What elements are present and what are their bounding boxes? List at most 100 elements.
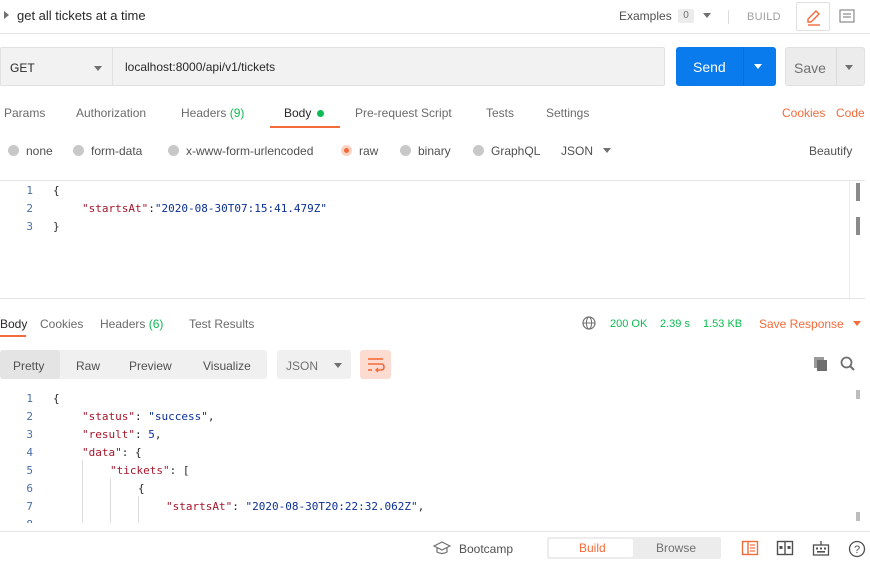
build-browse-toggle: Build Browse xyxy=(547,537,721,559)
resp-tab-body[interactable]: Body xyxy=(0,317,27,331)
layout-icon[interactable] xyxy=(776,540,794,559)
line-number: 2 xyxy=(26,410,33,423)
view-tab-visualize[interactable]: Visualize xyxy=(203,359,251,373)
line-number: 2 xyxy=(26,202,33,215)
search-icon[interactable] xyxy=(839,355,857,376)
radio-raw-label: raw xyxy=(359,144,379,158)
tab-params[interactable]: Params xyxy=(4,106,45,120)
tab-tests[interactable]: Tests xyxy=(486,106,514,120)
status-code: 200 OK xyxy=(610,318,648,330)
examples-dropdown-label[interactable]: Examples xyxy=(619,9,672,23)
tab-authorization[interactable]: Authorization xyxy=(76,106,146,120)
tab-headers[interactable]: Headers (9) xyxy=(181,106,244,120)
radio-graphql[interactable] xyxy=(473,145,484,156)
scrollbar-up[interactable] xyxy=(856,390,860,399)
code-brace: { xyxy=(53,392,60,405)
divider xyxy=(728,10,729,24)
scrollbar-down[interactable] xyxy=(856,512,860,521)
json-colon: : xyxy=(148,202,155,215)
send-button[interactable]: Send xyxy=(676,47,776,86)
raw-format-select[interactable]: JSON xyxy=(561,144,593,158)
wrap-lines-button[interactable] xyxy=(360,350,391,379)
code-line: "result": 5, xyxy=(82,428,162,441)
radio-raw[interactable] xyxy=(341,145,352,156)
edit-button[interactable] xyxy=(796,2,830,31)
resp-tab-cookies[interactable]: Cookies xyxy=(40,317,83,331)
bootcamp-icon[interactable] xyxy=(432,541,452,558)
json-key: "startsAt" xyxy=(82,202,149,215)
chevron-down-icon[interactable] xyxy=(853,321,861,326)
request-title[interactable]: get all tickets at a time xyxy=(17,8,146,23)
radio-urlencoded-label: x-www-form-urlencoded xyxy=(186,144,314,158)
build-tab[interactable]: Build xyxy=(549,539,633,557)
code-brace: } xyxy=(53,220,60,233)
indent-guide xyxy=(110,478,111,523)
bootcamp-link[interactable]: Bootcamp xyxy=(459,542,513,556)
two-pane-view-icon[interactable] xyxy=(741,540,759,559)
tab-prerequest-script[interactable]: Pre-request Script xyxy=(355,106,452,120)
json-key: "startsAt" xyxy=(166,500,233,513)
line-number: 5 xyxy=(26,464,33,477)
code-link[interactable]: Code xyxy=(836,106,865,120)
code-line: "startsAt": "2020-08-30T20:22:32.062Z", xyxy=(166,500,425,513)
copy-icon[interactable] xyxy=(812,355,830,376)
send-label: Send xyxy=(693,59,726,75)
wrap-lines-icon xyxy=(368,358,385,373)
browse-tab[interactable]: Browse xyxy=(656,541,696,555)
keyboard-shortcuts-icon[interactable] xyxy=(812,540,830,559)
line-number: 8 xyxy=(13,518,33,523)
radio-form-data[interactable] xyxy=(73,145,84,156)
body-active-dot xyxy=(317,110,324,117)
help-icon[interactable]: ? xyxy=(848,540,866,561)
line-number: 7 xyxy=(26,500,33,513)
headers-count: (9) xyxy=(229,106,245,120)
save-response-button[interactable]: Save Response xyxy=(759,317,844,331)
json-string: "2020-08-30T20:22:32.062Z" xyxy=(245,500,418,513)
line-number: 1 xyxy=(26,392,33,405)
radio-binary[interactable] xyxy=(400,145,411,156)
tab-body[interactable]: Body xyxy=(284,106,311,120)
active-tab-indicator xyxy=(0,335,26,337)
divider xyxy=(743,47,744,86)
radio-graphql-label: GraphQL xyxy=(491,144,541,158)
globe-icon[interactable] xyxy=(582,316,596,333)
response-view-tabs: Pretty Raw Preview Visualize xyxy=(0,350,267,379)
radio-none-label: none xyxy=(26,144,53,158)
beautify-link[interactable]: Beautify xyxy=(809,144,852,158)
chevron-down-icon[interactable] xyxy=(845,65,853,70)
method-select[interactable]: GET xyxy=(0,47,112,86)
url-input[interactable]: localhost:8000/api/v1/tickets xyxy=(112,47,665,86)
radio-urlencoded[interactable] xyxy=(168,145,179,156)
save-button[interactable]: Save xyxy=(785,47,865,86)
chevron-down-icon xyxy=(334,363,342,368)
expand-caret-icon[interactable] xyxy=(4,11,9,19)
response-format-select[interactable]: JSON xyxy=(277,350,351,379)
request-body-editor[interactable] xyxy=(0,180,865,299)
chevron-down-icon[interactable] xyxy=(703,13,711,18)
chevron-down-icon[interactable] xyxy=(754,64,762,69)
json-key: "data" xyxy=(82,446,122,459)
line-number: 3 xyxy=(26,220,33,233)
resp-headers-count: (6) xyxy=(148,317,164,331)
response-format-value: JSON xyxy=(286,359,319,373)
documentation-button[interactable] xyxy=(832,2,862,31)
view-tab-pretty[interactable]: Pretty xyxy=(13,359,44,373)
code-brace: { xyxy=(138,482,145,495)
scrollbar-thumb[interactable] xyxy=(856,183,860,201)
view-tab-preview[interactable]: Preview xyxy=(129,359,172,373)
json-key: "result" xyxy=(82,428,135,441)
chevron-down-icon[interactable] xyxy=(603,148,611,153)
view-tab-raw[interactable]: Raw xyxy=(76,359,100,373)
tab-settings[interactable]: Settings xyxy=(546,106,589,120)
resp-headers-label: Headers xyxy=(100,317,146,331)
cookies-link[interactable]: Cookies xyxy=(782,106,825,120)
json-number: 5 xyxy=(148,428,155,441)
line-number: 6 xyxy=(26,482,33,495)
resp-tab-test-results[interactable]: Test Results xyxy=(189,317,254,331)
divider xyxy=(836,48,837,85)
resp-tab-headers[interactable]: Headers (6) xyxy=(100,317,163,331)
save-label: Save xyxy=(794,60,826,76)
build-mode-label: BUILD xyxy=(747,11,781,23)
scrollbar-thumb[interactable] xyxy=(856,217,860,235)
radio-none[interactable] xyxy=(8,145,19,156)
